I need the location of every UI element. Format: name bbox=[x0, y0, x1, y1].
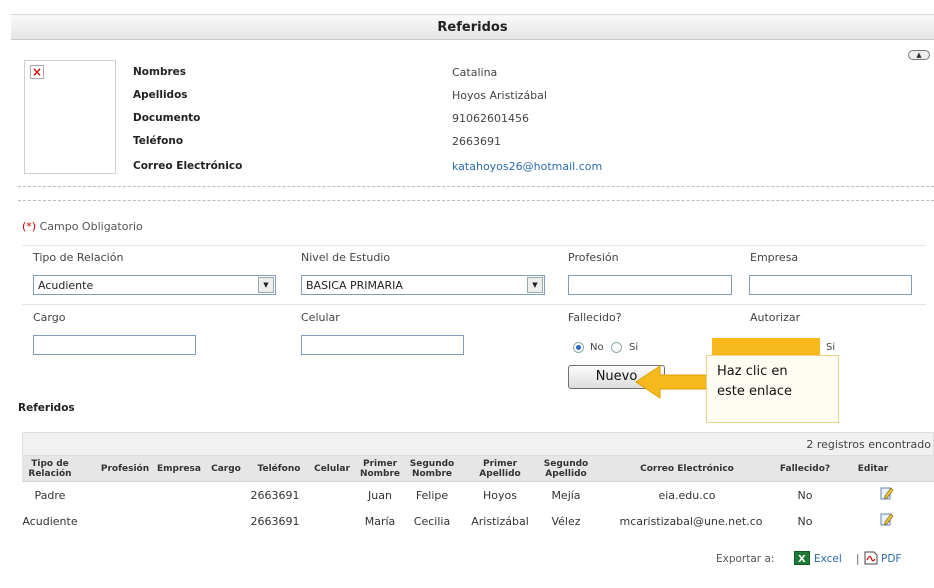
photo-placeholder: × bbox=[24, 60, 116, 174]
callout-tooltip: Haz clic en este enlace bbox=[706, 355, 839, 423]
autorizar-si-label: Si bbox=[826, 342, 836, 353]
cargo-input[interactable] bbox=[33, 335, 196, 355]
label-profesion: Profesión bbox=[568, 251, 619, 264]
value-documento: 91062601456 bbox=[452, 112, 529, 125]
col-primer-apellido[interactable]: Primer Apellido bbox=[468, 459, 532, 479]
tipo-relacion-select[interactable]: Acudiente ▼ bbox=[33, 275, 276, 295]
export-label: Exportar a: bbox=[716, 553, 775, 565]
grid-header: Tipo de Relación Profesión Empresa Cargo … bbox=[22, 456, 934, 482]
col-segundo-apellido[interactable]: Segundo Apellido bbox=[542, 459, 590, 479]
collapse-icon[interactable]: ▲ bbox=[908, 50, 930, 60]
nivel-estudio-value: BASICA PRIMARIA bbox=[306, 279, 403, 292]
label-nivel-estudio: Nivel de Estudio bbox=[301, 251, 391, 264]
chevron-down-icon[interactable]: ▼ bbox=[527, 277, 543, 293]
label-cargo: Cargo bbox=[33, 311, 66, 324]
col-primer-nombre[interactable]: Primer Nombre bbox=[358, 459, 402, 479]
fallecido-si-label: Si bbox=[629, 342, 639, 353]
col-tipo-relacion[interactable]: Tipo de Relación bbox=[22, 459, 78, 479]
page-title: Referidos bbox=[437, 20, 508, 35]
label-apellidos: Apellidos bbox=[133, 89, 188, 101]
cell-correo: eia.edu.co bbox=[658, 489, 716, 502]
nivel-estudio-select[interactable]: BASICA PRIMARIA ▼ bbox=[301, 275, 545, 295]
col-correo[interactable]: Correo Electrónico bbox=[612, 464, 762, 474]
col-fallecido[interactable]: Fallecido? bbox=[774, 464, 836, 474]
export-pdf-link[interactable]: PDF bbox=[881, 553, 901, 565]
cell-segundo-apellido: Vélez bbox=[551, 515, 581, 528]
record-count: 2 registros encontrado bbox=[806, 438, 931, 451]
value-nombres: Catalina bbox=[452, 66, 498, 79]
label-telefono: Teléfono bbox=[133, 135, 184, 147]
col-empresa[interactable]: Empresa bbox=[153, 464, 205, 474]
required-star: (*) bbox=[22, 220, 37, 233]
label-empresa: Empresa bbox=[750, 251, 799, 264]
callout-line2: este enlace bbox=[717, 384, 792, 399]
edit-icon[interactable] bbox=[880, 486, 894, 500]
col-segundo-nombre[interactable]: Segundo Nombre bbox=[407, 459, 457, 479]
divider bbox=[18, 200, 934, 201]
edit-icon[interactable] bbox=[880, 512, 894, 526]
section-title: Referidos bbox=[18, 402, 75, 414]
fallecido-no-radio[interactable] bbox=[573, 342, 584, 353]
export-separator: | bbox=[856, 553, 860, 565]
cell-segundo-apellido: Mejía bbox=[551, 489, 581, 502]
broken-image-icon: × bbox=[30, 65, 44, 79]
fallecido-no-label: No bbox=[590, 342, 604, 353]
col-cargo[interactable]: Cargo bbox=[208, 464, 244, 474]
cell-tipo-relacion: Padre bbox=[34, 489, 66, 502]
label-tipo-relacion: Tipo de Relación bbox=[33, 251, 124, 264]
cell-telefono: 2663691 bbox=[250, 489, 300, 502]
col-telefono[interactable]: Teléfono bbox=[252, 464, 306, 474]
tipo-relacion-value: Acudiente bbox=[38, 279, 94, 292]
value-apellidos: Hoyos Aristizábal bbox=[452, 89, 547, 102]
col-editar[interactable]: Editar bbox=[848, 464, 898, 474]
cell-fallecido: No bbox=[797, 489, 813, 502]
cell-primer-nombre: María bbox=[364, 515, 396, 528]
label-autorizar: Autorizar bbox=[750, 311, 801, 324]
cell-fallecido: No bbox=[797, 515, 813, 528]
value-telefono: 2663691 bbox=[452, 135, 501, 148]
excel-icon[interactable]: X bbox=[794, 551, 810, 565]
svg-text:X: X bbox=[798, 554, 806, 565]
divider bbox=[18, 186, 934, 187]
callout-line1: Haz clic en bbox=[717, 364, 788, 379]
cell-primer-apellido: Hoyos bbox=[483, 489, 517, 502]
value-correo[interactable]: katahoyos26@hotmail.com bbox=[452, 160, 602, 173]
export-excel-link[interactable]: Excel bbox=[814, 553, 842, 565]
row-separator bbox=[22, 304, 926, 305]
panel-header: Referidos bbox=[11, 14, 934, 40]
row-separator bbox=[22, 245, 926, 246]
highlight-bar bbox=[712, 338, 820, 356]
label-fallecido: Fallecido? bbox=[568, 311, 622, 324]
cell-tipo-relacion: Acudiente bbox=[22, 515, 78, 528]
cell-segundo-nombre: Felipe bbox=[415, 489, 449, 502]
required-note: (*) Campo Obligatorio bbox=[22, 220, 143, 233]
cell-correo: mcaristizabal@une.net.co bbox=[619, 515, 763, 528]
chevron-down-icon[interactable]: ▼ bbox=[258, 277, 274, 293]
required-text: Campo Obligatorio bbox=[36, 220, 143, 233]
celular-input[interactable] bbox=[301, 335, 464, 355]
profesion-input[interactable] bbox=[568, 275, 732, 295]
label-correo: Correo Electrónico bbox=[133, 160, 243, 172]
grid-toolbar: 2 registros encontrado bbox=[22, 432, 934, 456]
col-celular[interactable]: Celular bbox=[310, 464, 354, 474]
cell-segundo-nombre: Cecilia bbox=[413, 515, 451, 528]
cell-primer-apellido: Aristizábal bbox=[471, 515, 529, 528]
cell-telefono: 2663691 bbox=[250, 515, 300, 528]
pdf-icon[interactable] bbox=[864, 551, 878, 565]
cell-primer-nombre: Juan bbox=[368, 489, 392, 502]
arrow-left-icon bbox=[636, 365, 714, 399]
label-nombres: Nombres bbox=[133, 66, 187, 78]
label-celular: Celular bbox=[301, 311, 340, 324]
empresa-input[interactable] bbox=[749, 275, 912, 295]
fallecido-si-radio[interactable] bbox=[611, 342, 622, 353]
col-profesion[interactable]: Profesión bbox=[93, 464, 157, 474]
label-documento: Documento bbox=[133, 112, 201, 124]
